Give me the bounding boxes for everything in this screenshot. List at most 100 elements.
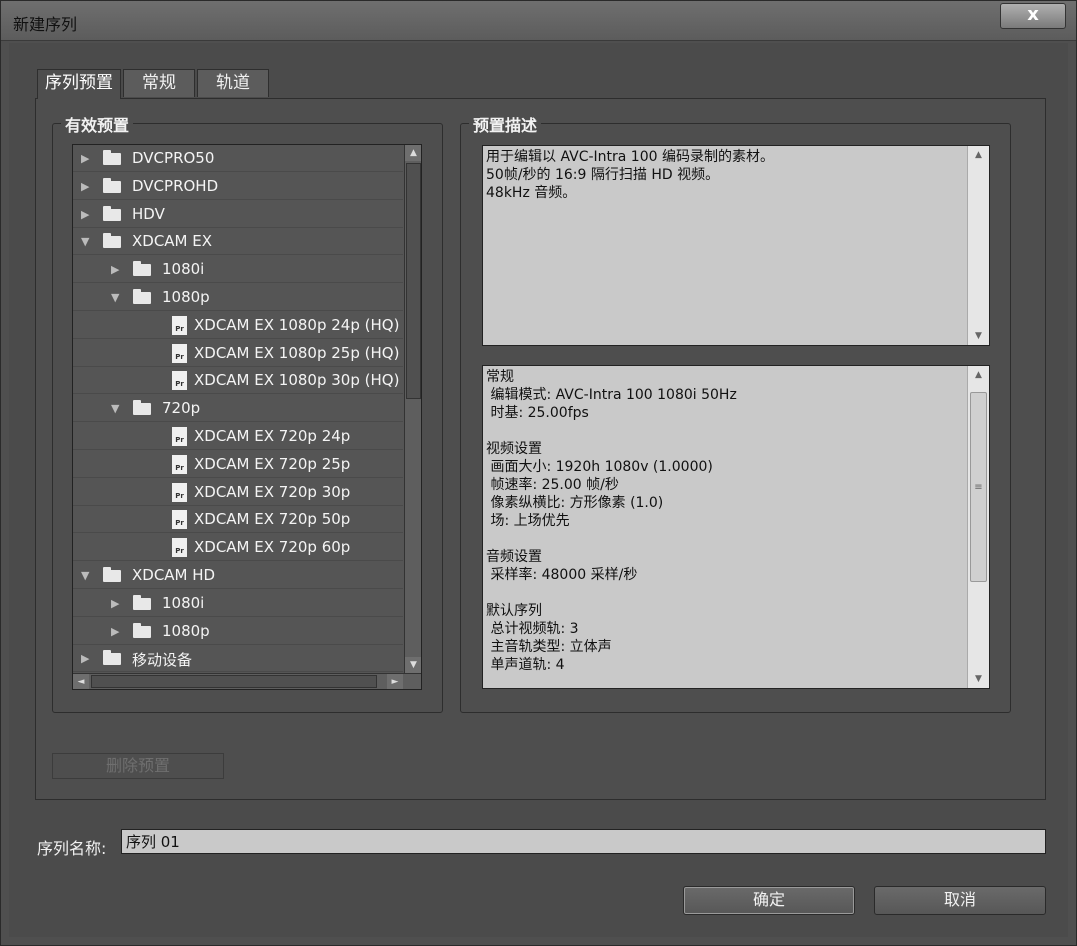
- collapsed-arrow-icon[interactable]: ▶: [81, 152, 89, 165]
- folder-icon: [133, 400, 151, 416]
- close-button[interactable]: x: [1000, 3, 1066, 29]
- info-line: [486, 422, 956, 440]
- dialog-body: 序列预置 常规 轨道 有效预置 ▶ DVCPRO50 ▶ DVCPROHD ▶ HDV ▼ X…: [9, 43, 1068, 937]
- folder-icon: [103, 177, 121, 193]
- preset-folder[interactable]: ▼ XDCAM HD: [73, 562, 403, 589]
- preset-item[interactable]: Pr XDCAM EX 720p 60p: [73, 534, 403, 562]
- tree-item-label: XDCAM EX 1080p 25p (HQ): [194, 343, 400, 362]
- preset-folder[interactable]: ▼ XDCAM EX: [73, 228, 403, 256]
- preset-folder[interactable]: ▼ 720p: [73, 395, 403, 423]
- preset-folder[interactable]: ▶ DVCPROHD: [73, 173, 403, 200]
- info-line: 音频设置: [486, 549, 542, 565]
- collapsed-arrow-icon[interactable]: ▶: [111, 625, 119, 638]
- collapsed-arrow-icon[interactable]: ▶: [81, 208, 89, 221]
- title-bar: 新建序列 x: [1, 1, 1076, 41]
- collapsed-arrow-icon[interactable]: ▶: [81, 652, 89, 665]
- info-line: [486, 584, 956, 602]
- tree-item-label: DVCPROHD: [132, 176, 219, 195]
- info-line: 单声道轨: 4: [486, 657, 565, 673]
- preset-folder[interactable]: ▶ HDV: [73, 201, 403, 228]
- folder-icon: [103, 567, 121, 582]
- folder-icon: [103, 150, 121, 165]
- expanded-arrow-icon[interactable]: ▼: [81, 235, 89, 248]
- preset-folder[interactable]: ▶ DVCPRO50: [73, 145, 403, 172]
- preset-folder[interactable]: ▶ 1080p: [73, 618, 403, 645]
- info-line: 50帧/秒的 16:9 隔行扫描 HD 视频。: [486, 167, 720, 183]
- preset-folder[interactable]: ▼ 1080p: [73, 284, 403, 311]
- tab-tracks[interactable]: 轨道: [197, 69, 269, 97]
- preset-file-icon: Pr: [172, 371, 187, 391]
- preset-tree[interactable]: ▶ DVCPRO50 ▶ DVCPROHD ▶ HDV ▼ XDCAM EX ▶ 1080i ▼ 10…: [72, 144, 422, 690]
- tab-sequence-presets[interactable]: 序列预置: [37, 69, 121, 99]
- scroll-right-arrow-icon[interactable]: ►: [387, 674, 403, 689]
- scroll-up-arrow-icon[interactable]: ▲: [405, 145, 421, 161]
- preset-item[interactable]: Pr XDCAM EX 720p 50p: [73, 506, 403, 534]
- cancel-button[interactable]: 取消: [874, 886, 1046, 915]
- preset-tree-horizontal-scrollbar[interactable]: ◄ ►: [73, 673, 421, 689]
- horizontal-scroll-thumb[interactable]: [91, 675, 377, 688]
- scroll-thumb[interactable]: [406, 163, 421, 399]
- info-line: 画面大小: 1920h 1080v (1.0000): [486, 459, 713, 475]
- preset-item[interactable]: Pr XDCAM EX 720p 30p: [73, 479, 403, 506]
- delete-preset-button[interactable]: 删除预置: [52, 753, 224, 779]
- preset-details-box: 常规 编辑模式: AVC-Intra 100 1080i 50Hz 时基: 25…: [482, 365, 990, 689]
- info-line: 主音轨类型: 立体声: [486, 639, 612, 655]
- details-scrollbar[interactable]: ▲ ≡ ▼: [967, 366, 989, 688]
- info-line: 视频设置: [486, 441, 542, 457]
- preset-item[interactable]: Pr XDCAM EX 1080p 30p (HQ): [73, 367, 403, 395]
- tree-item-label: XDCAM EX 1080p 30p (HQ): [194, 371, 400, 390]
- folder-icon: [133, 289, 151, 304]
- tree-item-label: 1080i: [162, 593, 205, 612]
- details-scroll-thumb[interactable]: ≡: [970, 392, 987, 582]
- info-line: 帧速率: 25.00 帧/秒: [486, 477, 619, 493]
- preset-file-icon: Pr: [172, 482, 187, 502]
- preset-folder[interactable]: ▶ 移动设备: [73, 645, 403, 673]
- scroll-up-arrow-icon[interactable]: ▲: [968, 146, 989, 164]
- info-line: 编辑模式: AVC-Intra 100 1080i 50Hz: [486, 387, 737, 403]
- info-line: 像素纵横比: 方形像素 (1.0): [486, 495, 664, 511]
- folder-icon: [103, 650, 121, 666]
- info-line: 默认序列: [486, 603, 542, 619]
- scroll-left-arrow-icon[interactable]: ◄: [73, 674, 89, 689]
- sequence-name-input[interactable]: [121, 829, 1046, 854]
- preset-item[interactable]: Pr XDCAM EX 720p 25p: [73, 451, 403, 478]
- preset-file-icon: Pr: [172, 454, 187, 474]
- tree-item-label: 移动设备: [132, 651, 193, 670]
- scroll-down-arrow-icon[interactable]: ▼: [968, 327, 989, 345]
- tree-item-label: XDCAM EX 720p 24p: [194, 427, 351, 445]
- tree-item-label: XDCAM EX 1080p 24p (HQ): [194, 315, 400, 334]
- tree-item-label: XDCAM EX: [132, 232, 213, 251]
- tree-item-label: HDV: [132, 204, 165, 223]
- folder-icon: [133, 261, 151, 277]
- info-line: 场: 上场优先: [486, 513, 570, 529]
- preset-details-text: 常规 编辑模式: AVC-Intra 100 1080i 50Hz 时基: 25…: [486, 368, 956, 674]
- preset-tree-vertical-scrollbar[interactable]: ▲ ▼: [404, 145, 421, 673]
- tree-item-label: 1080i: [162, 260, 205, 279]
- tab-general[interactable]: 常规: [123, 69, 195, 97]
- scroll-down-arrow-icon[interactable]: ▼: [968, 670, 989, 688]
- tree-item-label: XDCAM EX 720p 30p: [194, 482, 351, 501]
- preset-description-label: 预置描述: [469, 112, 542, 136]
- preset-item[interactable]: Pr XDCAM EX 1080p 24p (HQ): [73, 312, 403, 339]
- scroll-up-arrow-icon[interactable]: ▲: [968, 366, 989, 384]
- preset-item[interactable]: Pr XDCAM EX 720p 24p: [73, 423, 403, 450]
- scroll-down-arrow-icon[interactable]: ▼: [405, 657, 421, 673]
- preset-item[interactable]: Pr XDCAM EX 1080p 25p (HQ): [73, 340, 403, 367]
- description-scrollbar[interactable]: ▲ ▼: [967, 146, 989, 345]
- info-line: 时基: 25.00fps: [486, 405, 589, 421]
- tree-item-label: 1080p: [162, 288, 210, 306]
- expanded-arrow-icon[interactable]: ▼: [81, 569, 89, 582]
- preset-folder[interactable]: ▶ 1080i: [73, 256, 403, 284]
- expanded-arrow-icon[interactable]: ▼: [111, 291, 119, 304]
- preset-file-icon: Pr: [172, 427, 187, 446]
- collapsed-arrow-icon[interactable]: ▶: [81, 180, 89, 193]
- preset-folder[interactable]: ▶ 1080i: [73, 590, 403, 617]
- tree-item-label: DVCPRO50: [132, 149, 215, 167]
- expanded-arrow-icon[interactable]: ▼: [111, 402, 119, 415]
- collapsed-arrow-icon[interactable]: ▶: [111, 597, 119, 610]
- ok-button[interactable]: 确定: [683, 886, 855, 915]
- preset-file-icon: Pr: [172, 538, 187, 558]
- collapsed-arrow-icon[interactable]: ▶: [111, 263, 119, 276]
- preset-file-icon: Pr: [172, 315, 187, 335]
- preset-file-icon: Pr: [172, 343, 187, 363]
